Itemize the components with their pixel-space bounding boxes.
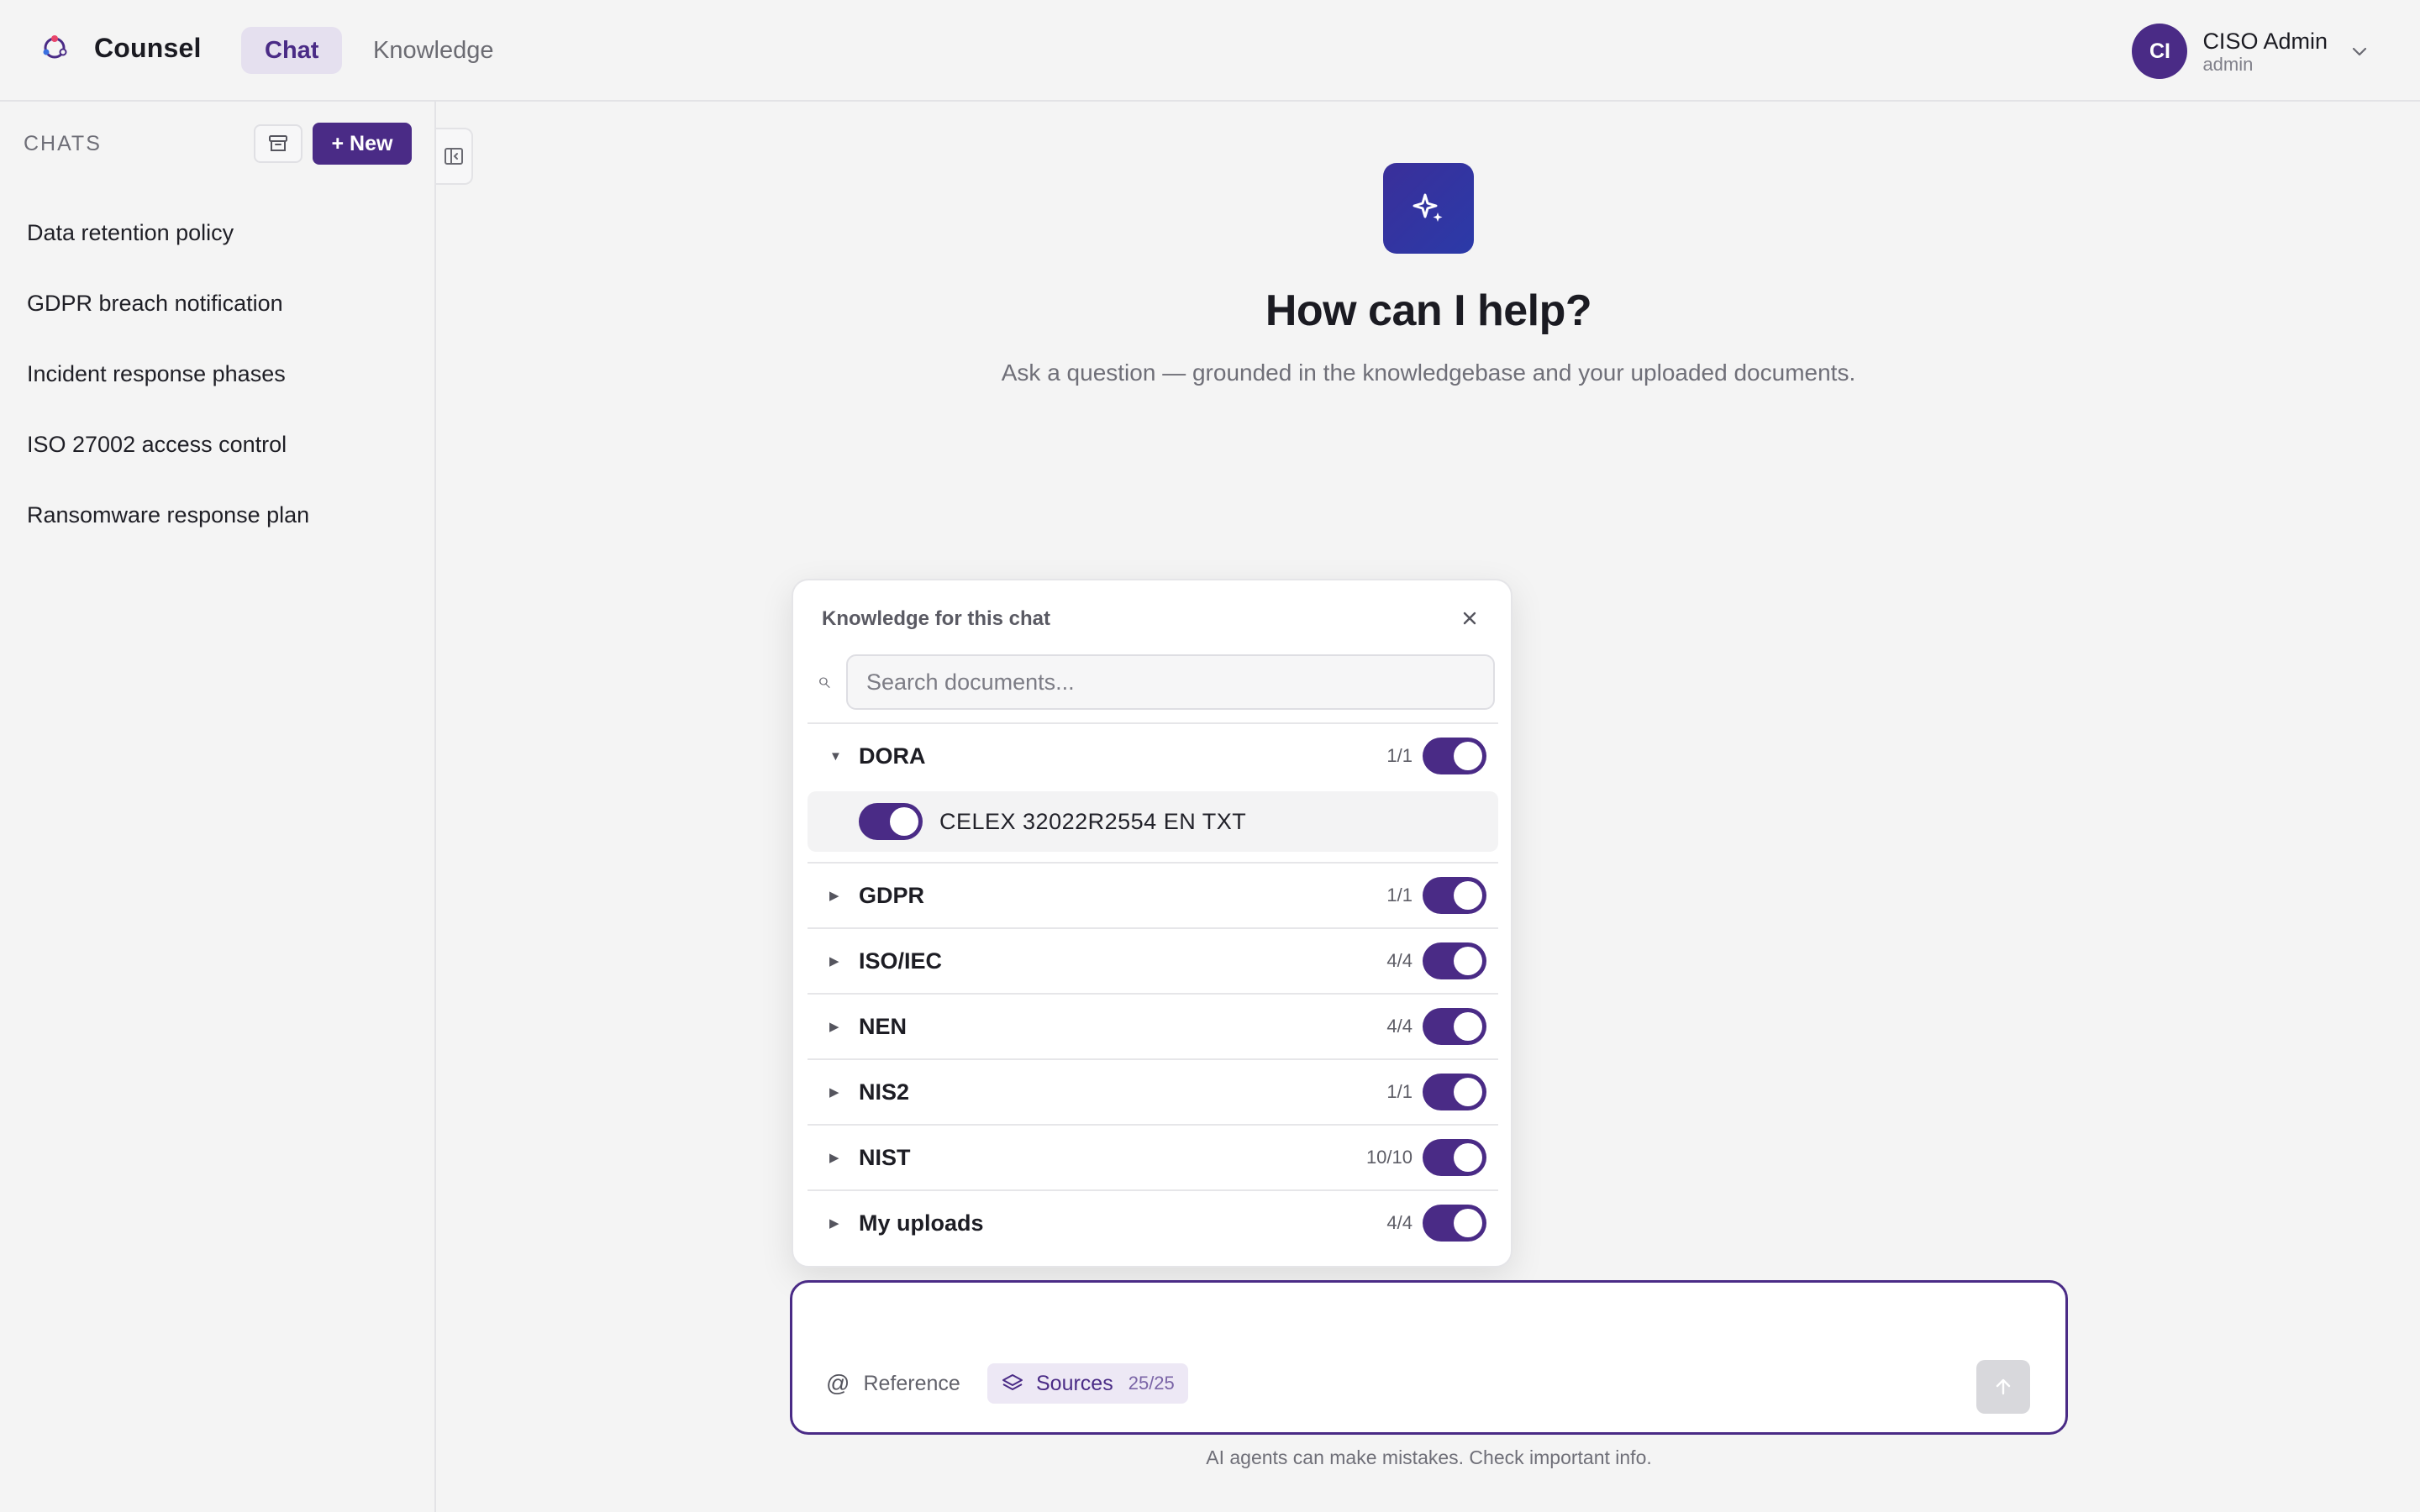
knowledge-group-gdpr[interactable]: ▶ GDPR 1/1 [808, 862, 1498, 927]
sources-count: 25/25 [1128, 1373, 1175, 1394]
user-menu[interactable]: CI CISO Admin admin [2132, 24, 2370, 79]
user-role: admin [2202, 54, 2254, 75]
send-button[interactable] [1976, 1360, 2030, 1414]
toggle-knob [1454, 742, 1482, 770]
new-chat-button[interactable]: + New [313, 123, 412, 165]
app-name: Counsel [94, 32, 202, 63]
group-name: ISO/IEC [859, 948, 943, 974]
chats-section-label: CHATS [24, 132, 102, 155]
toggle-knob [1454, 947, 1482, 975]
chat-list-item[interactable]: Incident response phases [0, 339, 434, 409]
tab-knowledge[interactable]: Knowledge [350, 27, 518, 74]
toggle-knob [1454, 881, 1482, 910]
group-toggle[interactable] [1423, 1205, 1486, 1242]
caret-right-icon[interactable]: ▶ [829, 888, 839, 903]
caret-right-icon[interactable]: ▶ [829, 1019, 839, 1034]
collapse-sidebar-button[interactable] [436, 128, 473, 185]
message-composer[interactable]: @ Reference Sources 25/25 [790, 1280, 2068, 1435]
caret-right-icon[interactable]: ▶ [829, 1150, 839, 1165]
chat-list-item[interactable]: GDPR breach notification [0, 268, 434, 339]
group-name: NIST [859, 1144, 911, 1170]
knowledge-group-nis2[interactable]: ▶ NIS2 1/1 [808, 1058, 1498, 1124]
at-sign-icon: @ [826, 1370, 850, 1396]
caret-right-icon[interactable]: ▶ [829, 1215, 839, 1231]
document-toggle[interactable] [859, 803, 923, 840]
chat-list-item[interactable]: Data retention policy [0, 197, 434, 268]
toggle-knob [1454, 1012, 1482, 1041]
group-toggle[interactable] [1423, 738, 1486, 774]
disclaimer: AI agents can make mistakes. Check impor… [1206, 1446, 1652, 1468]
user-name: CISO Admin [2202, 29, 2328, 54]
sparkles-icon [1413, 193, 1443, 222]
document-search-input[interactable] [846, 654, 1495, 710]
top-bar: Counsel Chat Knowledge CI CISO Admin adm… [0, 0, 2420, 102]
popover-title: Knowledge for this chat [822, 607, 1051, 630]
group-toggle[interactable] [1423, 877, 1486, 914]
close-popover-button[interactable] [1457, 606, 1482, 631]
tab-chat[interactable]: Chat [241, 27, 343, 74]
archive-button[interactable] [254, 124, 302, 163]
caret-right-icon[interactable]: ▶ [829, 1084, 839, 1100]
sources-label: Sources [1036, 1371, 1113, 1395]
group-count: 1/1 [1386, 745, 1413, 766]
group-count: 4/4 [1386, 950, 1413, 971]
toggle-knob [1454, 1143, 1482, 1172]
hero-subtitle: Ask a question — grounded in the knowled… [1001, 360, 1856, 386]
chevron-down-icon [2352, 47, 2367, 56]
sources-button[interactable]: Sources 25/25 [987, 1363, 1188, 1404]
archive-icon [269, 135, 287, 151]
group-count: 10/10 [1365, 1147, 1413, 1168]
group-name: NEN [859, 1013, 908, 1039]
knowledge-popover: Knowledge for this chat ⌕ ▼ DORA 1/1 CEL… [792, 579, 1512, 1268]
knowledge-group-my-uploads[interactable]: ▶ My uploads 4/4 [808, 1189, 1498, 1255]
group-count: 4/4 [1386, 1016, 1413, 1037]
toggle-knob [890, 807, 918, 836]
group-name: DORA [859, 743, 926, 769]
group-toggle[interactable] [1423, 942, 1486, 979]
knowledge-group-nen[interactable]: ▶ NEN 4/4 [808, 993, 1498, 1058]
group-toggle[interactable] [1423, 1139, 1486, 1176]
chat-list-item[interactable]: Ransomware response plan [0, 480, 434, 550]
sidebar: CHATS + New Data retention policy GDPR b… [0, 102, 436, 1512]
reference-label: Reference [863, 1371, 960, 1395]
chat-list: Data retention policy GDPR breach notifi… [0, 197, 434, 550]
knowledge-group-nist[interactable]: ▶ NIST 10/10 [808, 1124, 1498, 1189]
toggle-knob [1454, 1078, 1482, 1106]
close-icon [1463, 612, 1476, 625]
document-name: CELEX 32022R2554 EN TXT [939, 808, 1247, 834]
sidebar-toggle-icon [445, 148, 463, 165]
arrow-up-icon [1996, 1378, 2011, 1395]
hero-title: How can I help? [1265, 286, 1592, 335]
group-toggle[interactable] [1423, 1074, 1486, 1110]
group-count: 1/1 [1386, 885, 1413, 906]
group-count: 1/1 [1386, 1081, 1413, 1102]
knowledge-group-dora[interactable]: ▼ DORA 1/1 [808, 722, 1498, 788]
caret-down-icon[interactable]: ▼ [829, 749, 842, 764]
search-icon: ⌕ [817, 667, 830, 693]
user-meta: CISO Admin admin [2202, 28, 2328, 75]
group-name: GDPR [859, 882, 925, 908]
group-name: My uploads [859, 1210, 984, 1236]
group-name: NIS2 [859, 1079, 910, 1105]
group-count: 4/4 [1386, 1212, 1413, 1233]
assistant-logo [1383, 163, 1474, 254]
chat-list-item[interactable]: ISO 27002 access control [0, 409, 434, 480]
knowledge-group-iso-iec[interactable]: ▶ ISO/IEC 4/4 [808, 927, 1498, 993]
toggle-knob [1454, 1209, 1482, 1237]
brand[interactable]: Counsel [37, 30, 202, 66]
group-toggle[interactable] [1423, 1008, 1486, 1045]
document-row[interactable]: CELEX 32022R2554 EN TXT [808, 791, 1498, 852]
counsel-logo-icon [43, 35, 67, 59]
avatar: CI [2132, 24, 2188, 79]
knowledge-group-list: ▼ DORA 1/1 CELEX 32022R2554 EN TXT ▶ GDP… [808, 722, 1498, 1255]
reference-button[interactable]: @ Reference [826, 1370, 960, 1397]
layers-icon [1002, 1374, 1023, 1390]
caret-right-icon[interactable]: ▶ [829, 953, 839, 969]
